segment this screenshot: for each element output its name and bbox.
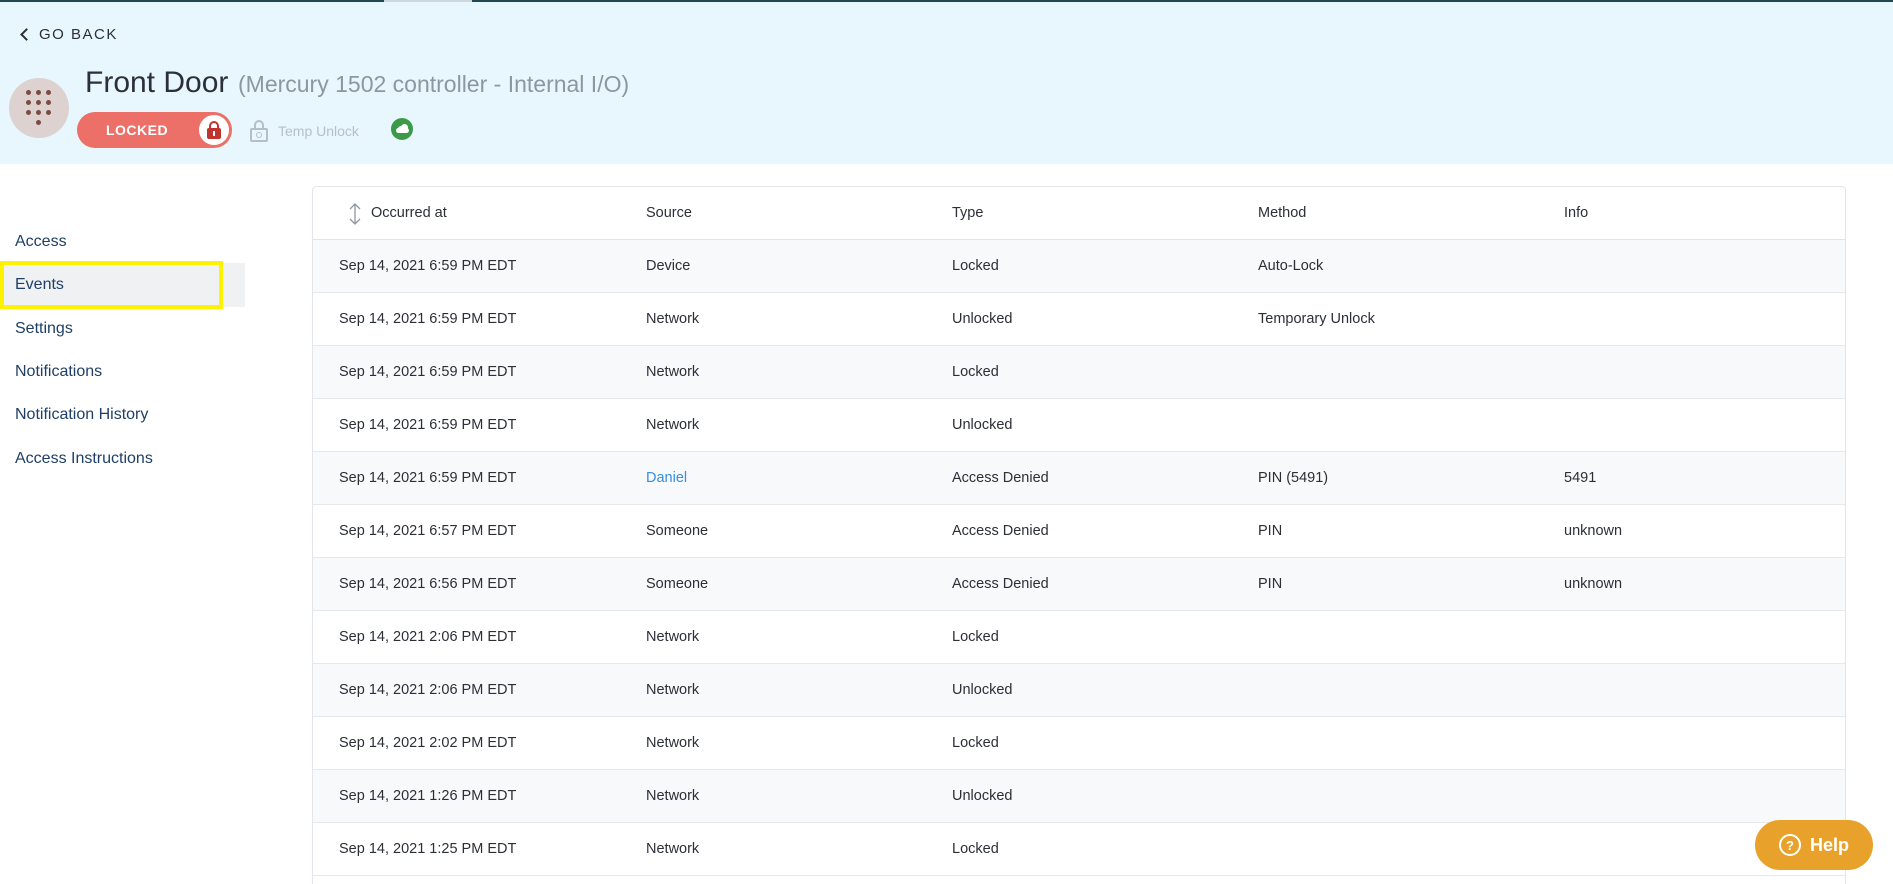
- cell-type: Access Denied: [952, 523, 1049, 539]
- cell-info: unknown: [1564, 576, 1623, 592]
- sidebar-item-access-instructions[interactable]: Access Instructions: [0, 437, 245, 481]
- sidebar-item-label: Access: [15, 233, 67, 250]
- door-header: GO BACK Front Door (Mercury 1502 control…: [0, 2, 1893, 164]
- temp-unlock-label: Temp Unlock: [278, 123, 359, 139]
- cell-source: Device: [646, 258, 691, 274]
- cell-type: Unlocked: [952, 311, 1013, 327]
- cell-source: Someone: [646, 576, 709, 592]
- cell-type: Locked: [952, 629, 999, 645]
- cell-type: Access Denied: [952, 470, 1049, 486]
- cell-method: Temporary Unlock: [1258, 311, 1375, 327]
- cell-occurred-at: Sep 14, 2021 6:56 PM EDT: [339, 576, 517, 592]
- page-title: Front Door: [85, 66, 229, 99]
- sidebar-item-access[interactable]: Access: [0, 220, 245, 264]
- cell-occurred-at: Sep 14, 2021 2:02 PM EDT: [339, 735, 517, 751]
- cell-info: 5491: [1564, 470, 1597, 486]
- events-table: Occurred at Source Type Method Info Sep …: [312, 186, 1846, 884]
- cell-source: Network: [646, 788, 700, 804]
- cell-source: Network: [646, 364, 700, 380]
- cell-type: Access Denied: [952, 576, 1049, 592]
- cell-method: Auto-Lock: [1258, 258, 1324, 274]
- cell-type: Locked: [952, 258, 999, 274]
- table-row: Sep 14, 2021 6:59 PM EDT Network Unlocked T…: [313, 293, 1845, 346]
- cell-occurred-at: Sep 14, 2021 6:59 PM EDT: [339, 311, 517, 327]
- column-header-occurred-at[interactable]: Occurred at: [371, 187, 447, 240]
- table-row: Sep 14, 2021 2:02 PM EDT Network Locked: [313, 717, 1845, 770]
- cell-occurred-at: Sep 14, 2021 6:59 PM EDT: [339, 258, 517, 274]
- table-row: Sep 14, 2021 2:06 PM EDT Network Unlocked: [313, 664, 1845, 717]
- column-header-type: Type: [952, 205, 984, 221]
- temp-unlock-button[interactable]: Temp Unlock: [250, 118, 359, 144]
- keypad-icon: [26, 90, 52, 126]
- sort-icon[interactable]: [347, 202, 363, 226]
- sidebar-item-label: Settings: [15, 320, 73, 337]
- sidebar-item-notifications[interactable]: Notifications: [0, 350, 245, 394]
- sidebar-item-label: Notifications: [15, 363, 103, 380]
- lock-status-label: LOCKED: [105, 122, 169, 138]
- cell-occurred-at: Sep 14, 2021 1:25 PM EDT: [339, 841, 517, 857]
- question-icon: ?: [1778, 834, 1801, 856]
- lock-knob: [199, 115, 229, 145]
- cell-source[interactable]: Daniel: [646, 452, 687, 505]
- cell-method: PIN: [1258, 576, 1283, 592]
- cell-type: Unlocked: [952, 417, 1013, 433]
- cell-source: Network: [646, 735, 700, 751]
- table-row: Sep 14, 2021 6:56 PM EDT Someone Access De…: [313, 558, 1845, 611]
- cloud-icon: [395, 124, 409, 133]
- cell-type: Locked: [952, 735, 999, 751]
- table-row: Sep 14, 2021 6:57 PM EDT Someone Access De…: [313, 505, 1845, 558]
- table-row: Sep 14, 2021 2:06 PM EDT Network Locked: [313, 611, 1845, 664]
- sidebar-item-label: Events: [15, 276, 64, 293]
- cell-occurred-at: Sep 14, 2021 6:57 PM EDT: [339, 523, 517, 539]
- cell-type: Unlocked: [952, 682, 1013, 698]
- table-row: Sep 14, 2021 6:59 PM EDT Device Locked Auto…: [313, 240, 1845, 293]
- table-header: Occurred at Source Type Method Info: [313, 187, 1845, 240]
- cell-source: Network: [646, 629, 700, 645]
- cell-occurred-at: Sep 14, 2021 6:59 PM EDT: [339, 417, 517, 433]
- sidebar-item-label: Access Instructions: [15, 450, 153, 467]
- controller-subtitle: (Mercury 1502 controller - Internal I/O): [238, 71, 630, 97]
- cloud-status-icon: [391, 118, 413, 140]
- column-header-source: Source: [646, 205, 692, 221]
- cell-source: Network: [646, 682, 700, 698]
- sidebar-item-events[interactable]: Events: [0, 261, 245, 309]
- cell-type: Locked: [952, 841, 999, 857]
- help-button[interactable]: ? Help: [1755, 820, 1873, 870]
- padlock-icon: [207, 121, 221, 139]
- cell-occurred-at: Sep 14, 2021 6:59 PM EDT: [339, 470, 517, 486]
- sidebar-item-settings[interactable]: Settings: [0, 307, 245, 351]
- go-back-label: GO BACK: [39, 25, 118, 43]
- table-row: Sep 14, 2021 6:59 PM EDT Network Unlocked: [313, 399, 1845, 452]
- cell-source: Network: [646, 841, 700, 857]
- go-back-link[interactable]: GO BACK: [20, 22, 118, 46]
- chevron-left-icon: [20, 28, 33, 41]
- column-header-method: Method: [1258, 205, 1307, 221]
- cell-occurred-at: Sep 14, 2021 2:06 PM EDT: [339, 682, 517, 698]
- cell-info: unknown: [1564, 523, 1623, 539]
- table-row: Sep 14, 2021 6:59 PM EDT Daniel Access Den…: [313, 452, 1845, 505]
- column-header-info: Info: [1564, 205, 1589, 221]
- keypad-avatar: [9, 78, 69, 138]
- table-row: Sep 14, 2021 1:26 PM EDT Network Unlocked: [313, 770, 1845, 823]
- cell-type: Unlocked: [952, 788, 1013, 804]
- temp-unlock-icon: [250, 120, 268, 142]
- table-row: Sep 14, 2021 6:59 PM EDT Network Locked: [313, 346, 1845, 399]
- cell-type: Locked: [952, 364, 999, 380]
- cell-occurred-at: Sep 14, 2021 2:06 PM EDT: [339, 629, 517, 645]
- cell-method: PIN: [1258, 523, 1283, 539]
- cell-source: Someone: [646, 523, 709, 539]
- cell-occurred-at: Sep 14, 2021 1:26 PM EDT: [339, 788, 517, 804]
- cell-source: Network: [646, 417, 700, 433]
- cell-method: PIN (5491): [1258, 470, 1329, 486]
- table-row: Sep 14, 2021 1:25 PM EDT Network Locked: [313, 823, 1845, 876]
- cell-source: Network: [646, 311, 700, 327]
- sidebar-item-notification-history[interactable]: Notification History: [0, 393, 245, 437]
- cell-occurred-at: Sep 14, 2021 6:59 PM EDT: [339, 364, 517, 380]
- sidebar-item-label: Notification History: [15, 406, 149, 423]
- help-label: Help: [1809, 834, 1849, 855]
- lock-toggle-button[interactable]: LOCKED: [77, 112, 232, 148]
